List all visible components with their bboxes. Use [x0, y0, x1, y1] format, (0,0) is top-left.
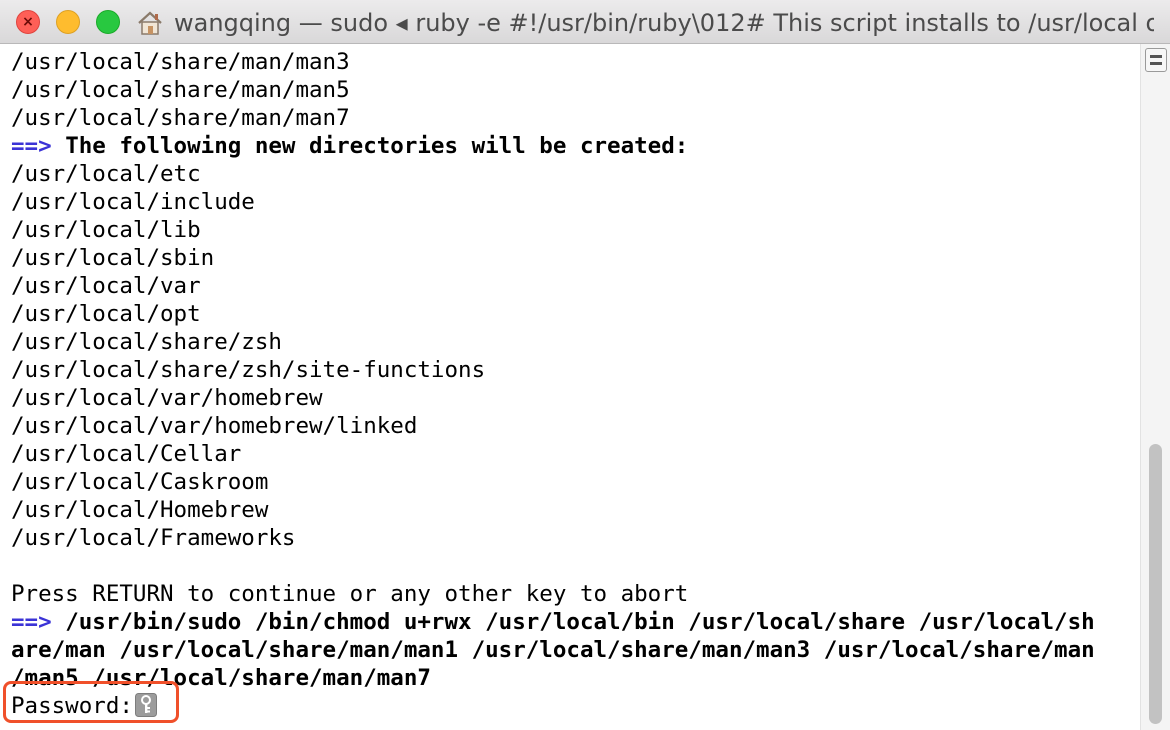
terminal-window: × wangqing — sudo ◂ ruby -e #!/usr/bin/r… — [0, 0, 1170, 730]
minimize-button[interactable] — [56, 10, 80, 34]
output-line: /usr/local/share/man/man5 — [11, 77, 350, 103]
output-line: /usr/local/share/man/man3 — [11, 49, 350, 75]
window-title: wangqing — sudo ◂ ruby -e #!/usr/bin/rub… — [174, 9, 1154, 37]
output-line: /usr/local/etc — [11, 161, 201, 187]
output-line: /usr/local/include — [11, 189, 255, 215]
output-line: /usr/local/opt — [11, 301, 201, 327]
vertical-scrollbar[interactable] — [1140, 44, 1170, 730]
arrow-prefix: ==> — [11, 133, 52, 159]
command-line: ==> /usr/bin/sudo /bin/chmod u+rwx /usr/… — [11, 608, 1095, 636]
output-line: /usr/local/Caskroom — [11, 469, 269, 495]
command-text: /usr/bin/sudo /bin/chmod u+rwx /usr/loca… — [65, 609, 1095, 635]
split-pane-icon — [1150, 62, 1162, 65]
output-line: /usr/local/share/man/man7 — [11, 105, 350, 131]
output-line: /usr/local/Cellar — [11, 441, 242, 467]
output-line: /usr/local/Frameworks — [11, 525, 296, 551]
output-line: /usr/local/var — [11, 273, 201, 299]
command-line-continued: are/man /usr/local/share/man/man1 /usr/l… — [11, 637, 1095, 663]
output-line: /usr/local/sbin — [11, 245, 215, 271]
maximize-button[interactable] — [96, 10, 120, 34]
password-highlight-box — [3, 681, 179, 723]
title-bar[interactable]: × wangqing — sudo ◂ ruby -e #!/usr/bin/r… — [0, 0, 1170, 44]
section-heading-line: ==> The following new directories will b… — [11, 132, 688, 160]
output-line: /usr/local/share/zsh — [11, 329, 282, 355]
split-pane-button[interactable] — [1145, 48, 1167, 72]
press-return-line: Press RETURN to continue or any other ke… — [11, 581, 689, 607]
split-pane-icon — [1150, 55, 1162, 58]
arrow-prefix: ==> — [11, 609, 52, 635]
section-heading: The following new directories will be cr… — [65, 133, 689, 159]
close-button[interactable]: × — [16, 10, 40, 34]
output-line: /usr/local/var/homebrew/linked — [11, 413, 418, 439]
output-line: /usr/local/lib — [11, 217, 201, 243]
terminal-output[interactable]: /usr/local/share/man/man3 /usr/local/sha… — [0, 48, 1140, 730]
home-icon — [138, 11, 162, 35]
output-line: /usr/local/var/homebrew — [11, 385, 323, 411]
output-line: /usr/local/share/zsh/site-functions — [11, 357, 486, 383]
close-icon: × — [22, 14, 34, 30]
output-line: /usr/local/Homebrew — [11, 497, 269, 523]
scrollbar-thumb[interactable] — [1149, 444, 1162, 724]
